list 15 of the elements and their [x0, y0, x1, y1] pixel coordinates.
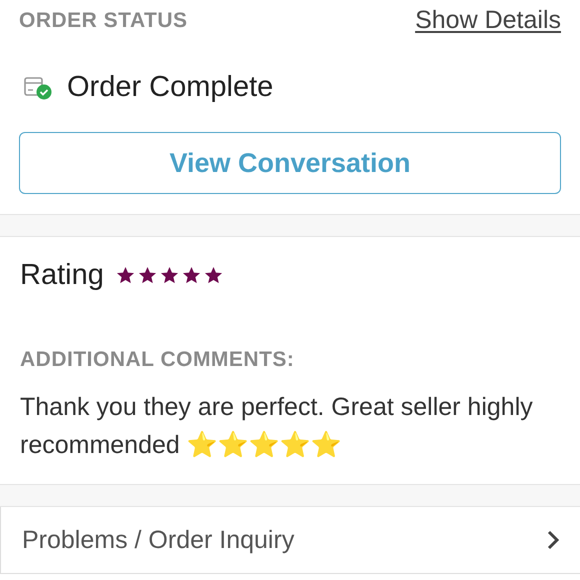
- section-heading: ORDER STATUS: [19, 8, 188, 32]
- menu-item[interactable]: Problems / Order Inquiry: [0, 507, 580, 574]
- section-heading: ADDITIONAL COMMENTS:: [20, 348, 296, 372]
- comment-text: Thank you they are perfect. Great seller highly recommended ⭐⭐⭐⭐⭐: [20, 392, 534, 461]
- package-check-icon: [23, 74, 53, 100]
- chevron-right-icon: [546, 529, 560, 551]
- star-icon: [204, 266, 223, 285]
- star-icon: [116, 266, 135, 285]
- star-icon: [182, 266, 201, 285]
- menu-item-label: Problems / Order Inquiry: [22, 526, 294, 554]
- show-details-link[interactable]: Show Details: [415, 6, 561, 35]
- star-icon: [160, 266, 179, 285]
- star-icon: [138, 266, 157, 285]
- order-status-text: Order Complete: [67, 71, 274, 104]
- rating-label: Rating: [20, 259, 104, 292]
